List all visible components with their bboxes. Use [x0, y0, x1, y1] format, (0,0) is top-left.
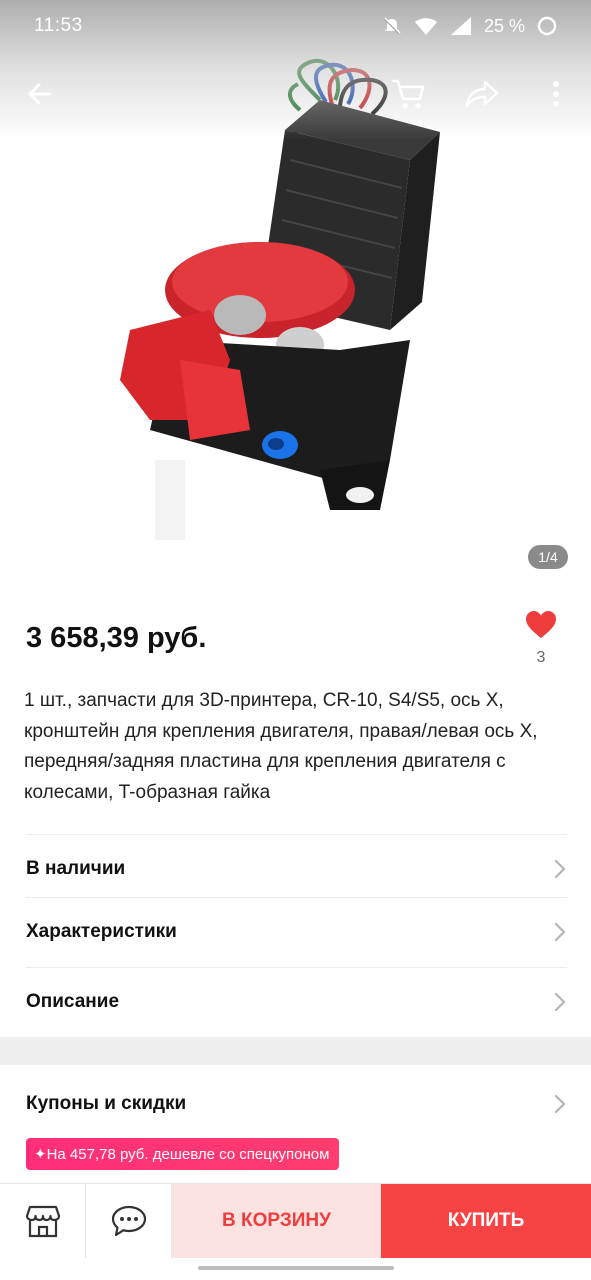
product-gallery[interactable]: 11:53 25 % 1/4	[0, 0, 591, 595]
status-icons: 25 %	[382, 16, 557, 37]
status-time: 11:53	[34, 15, 83, 36]
store-button[interactable]	[0, 1184, 86, 1258]
chevron-right-icon	[554, 1094, 566, 1114]
home-indicator[interactable]	[198, 1266, 394, 1270]
buy-now-button[interactable]: КУПИТЬ	[381, 1184, 591, 1258]
back-button[interactable]	[12, 66, 68, 122]
favorites-count: 3	[536, 649, 546, 666]
share-icon	[465, 80, 499, 108]
bottom-action-bar: В КОРЗИНУ КУПИТЬ	[0, 1183, 591, 1258]
more-vertical-icon	[553, 81, 559, 107]
mute-icon	[382, 16, 402, 36]
coupon-badge[interactable]: ✦На 457,78 руб. дешевле со спецкупоном	[26, 1138, 340, 1170]
store-icon	[25, 1205, 60, 1238]
chevron-right-icon	[554, 922, 566, 941]
page-indicator: 1/4	[528, 545, 568, 569]
arrow-left-icon	[28, 83, 52, 105]
specs-row[interactable]: Характеристики	[26, 897, 567, 965]
favorite-button[interactable]: 3	[518, 610, 564, 667]
chat-button[interactable]	[86, 1184, 172, 1258]
top-navigation	[0, 66, 591, 122]
description-row[interactable]: Описание	[26, 967, 567, 1035]
cart-icon	[392, 79, 425, 109]
stock-label: В наличии	[26, 857, 126, 879]
coupons-row[interactable]: Купоны и скидки	[26, 1070, 567, 1138]
section-divider	[0, 1037, 591, 1065]
wifi-icon	[414, 16, 438, 36]
share-button[interactable]	[454, 66, 510, 122]
status-bar: 11:53 25 %	[0, 0, 591, 52]
chat-icon	[111, 1205, 146, 1237]
heart-icon	[526, 611, 556, 638]
description-label: Описание	[26, 990, 120, 1012]
more-button[interactable]	[528, 66, 584, 122]
specs-label: Характеристики	[26, 920, 177, 942]
stock-row[interactable]: В наличии	[26, 834, 567, 902]
cart-button[interactable]	[380, 66, 436, 122]
coupons-label: Купоны и скидки	[26, 1093, 187, 1114]
chevron-right-icon	[554, 859, 566, 878]
battery-text: 25 %	[483, 15, 525, 36]
signal-icon	[450, 16, 472, 36]
add-to-cart-button[interactable]: В КОРЗИНУ	[172, 1184, 381, 1258]
product-title: 1 шт., запчасти для 3D-принтера, CR-10, …	[24, 690, 538, 803]
product-price: 3 658,39 руб.	[26, 622, 207, 654]
chevron-right-icon	[554, 992, 566, 1011]
battery-icon	[537, 16, 557, 36]
